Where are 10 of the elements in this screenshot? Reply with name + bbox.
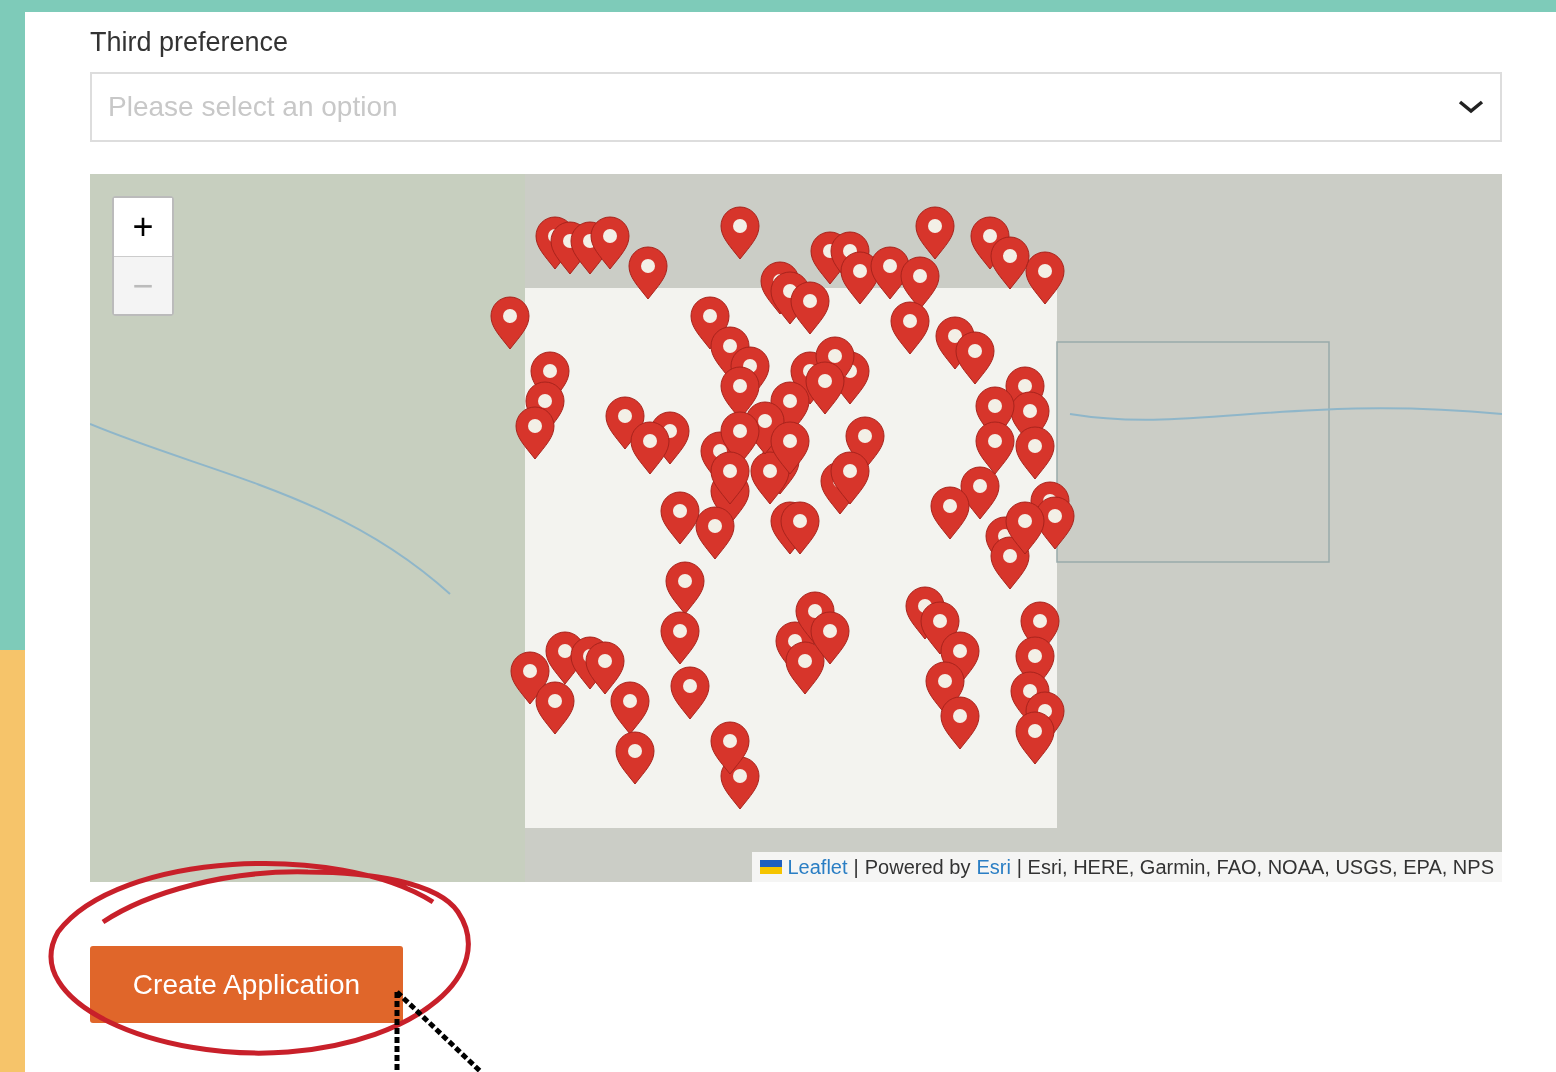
create-application-button[interactable]: Create Application bbox=[90, 946, 403, 1023]
field-label: Third preference bbox=[90, 26, 290, 58]
esri-link[interactable]: Esri bbox=[976, 852, 1011, 882]
attribution-sources: | Esri, HERE, Garmin, FAO, NOAA, USGS, EPA, NPS bbox=[1016, 855, 1494, 880]
leaflet-link[interactable]: Leaflet bbox=[787, 852, 848, 882]
cursor-icon bbox=[393, 990, 483, 1072]
chevron-down-icon bbox=[1458, 100, 1484, 114]
flag-icon bbox=[759, 860, 782, 874]
powered-by-text: Powered by bbox=[864, 855, 971, 880]
attribution-separator: | bbox=[853, 855, 859, 880]
